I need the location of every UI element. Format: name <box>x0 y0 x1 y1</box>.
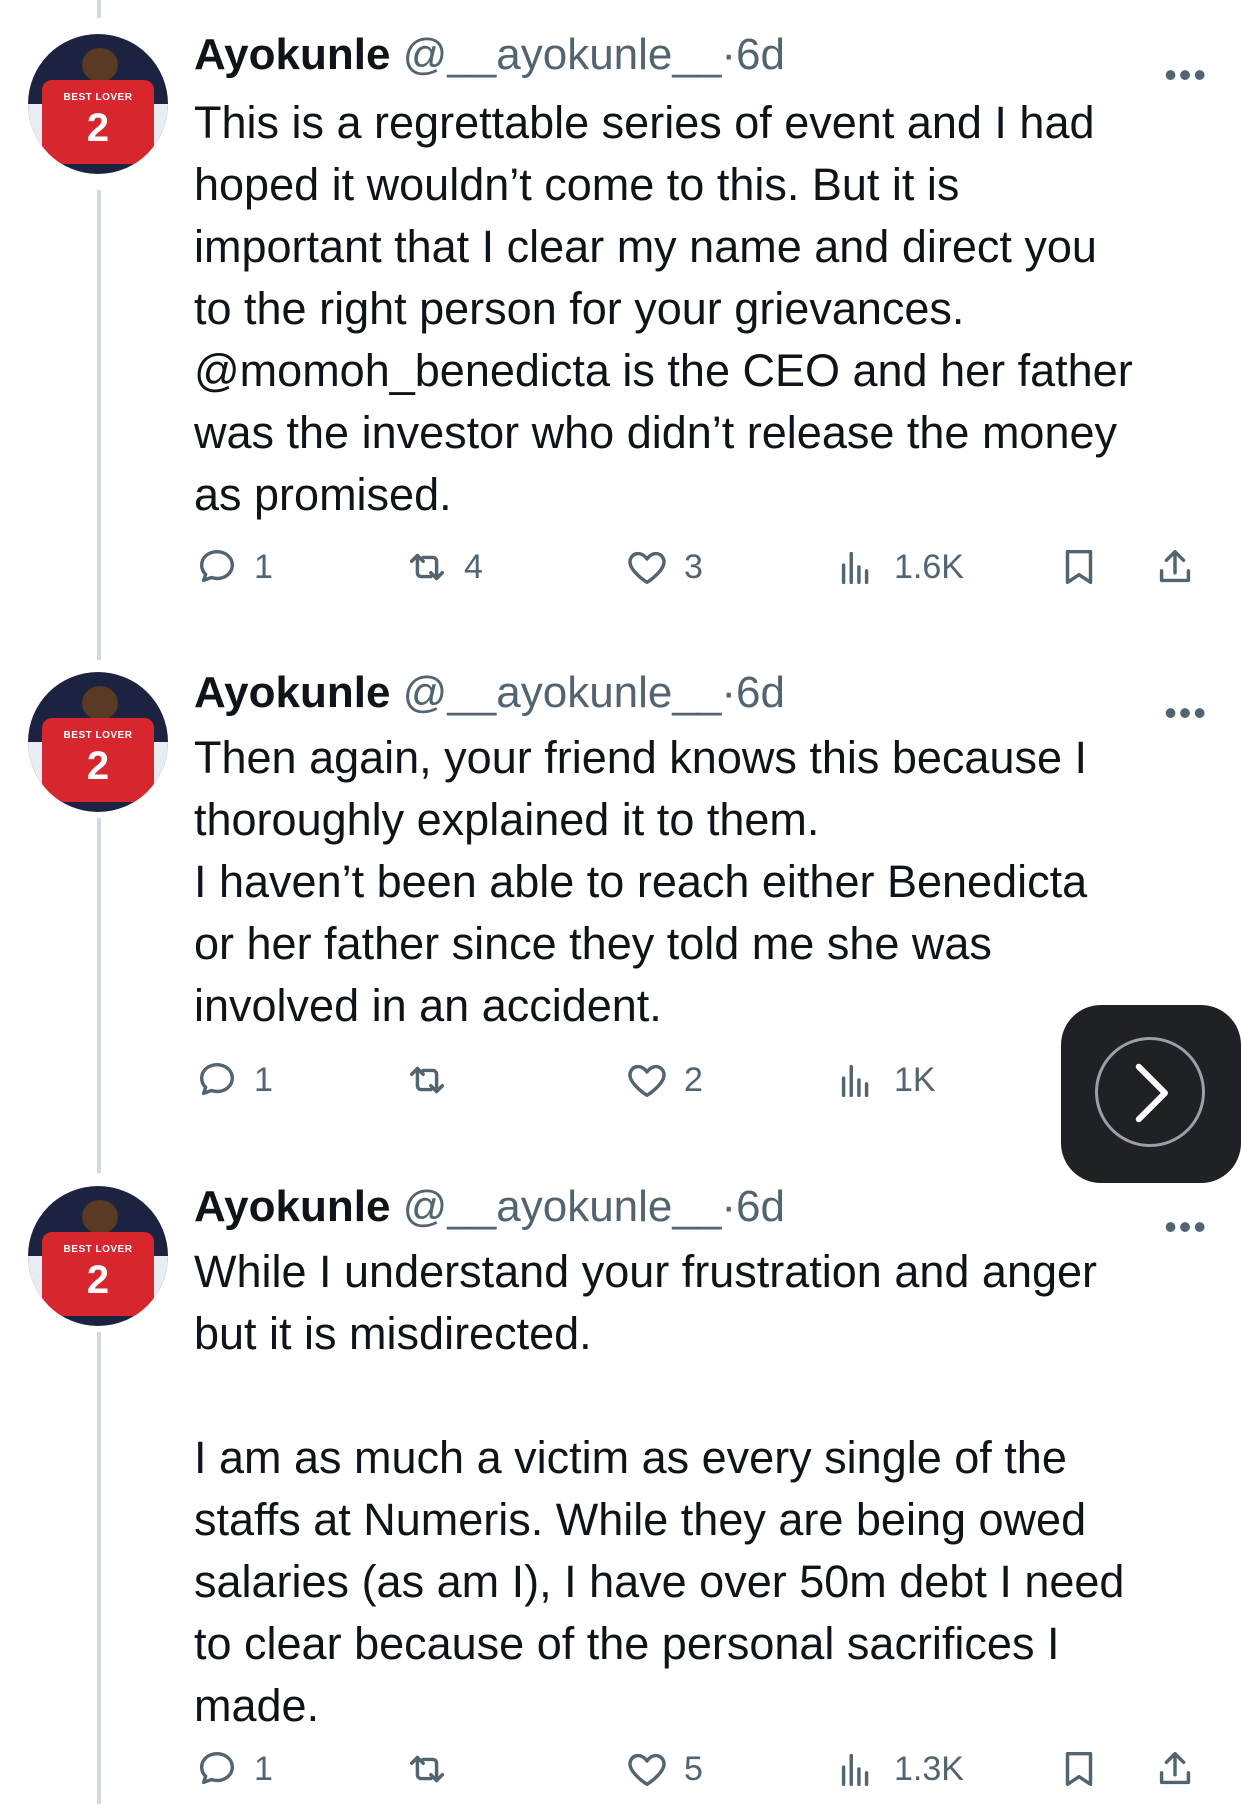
tweet-actions: 1 5 1.3K <box>194 1746 1214 1806</box>
like-button[interactable]: 2 <box>624 1057 703 1103</box>
reply-icon <box>199 1062 235 1096</box>
views-icon <box>841 551 869 585</box>
bookmark-button[interactable] <box>1056 544 1102 590</box>
reply-icon <box>199 1751 235 1785</box>
avatar[interactable]: BEST LOVER 2 <box>28 1186 168 1326</box>
views-button[interactable]: 1.6K <box>834 544 964 590</box>
retweet-button[interactable] <box>404 1746 464 1792</box>
like-button[interactable]: 3 <box>624 544 703 590</box>
author-name[interactable]: Ayokunle <box>194 30 390 79</box>
author-name[interactable]: Ayokunle <box>194 668 390 717</box>
retweet-icon <box>409 553 445 581</box>
timestamp[interactable]: 6d <box>736 30 785 79</box>
reply-button[interactable]: 1 <box>194 1057 273 1103</box>
tweet-actions: 1 4 3 1.6K <box>194 544 1214 604</box>
views-button[interactable]: 1K <box>834 1057 936 1103</box>
tweet-header: Ayokunle @__ayokunle__·6d <box>194 1182 785 1231</box>
tweet[interactable]: BEST LOVER 2 Ayokunle @__ayokunle__·6d ••… <box>0 668 1242 1142</box>
timestamp[interactable]: 6d <box>736 1182 785 1231</box>
heart-icon <box>628 551 666 585</box>
bookmark-button[interactable] <box>1056 1746 1102 1792</box>
author-handle[interactable]: @__ayokunle__ <box>403 1182 722 1231</box>
author-handle[interactable]: @__ayokunle__ <box>403 668 722 717</box>
tweet-text: This is a regrettable series of event an… <box>194 97 1133 520</box>
avatar[interactable]: BEST LOVER 2 <box>28 34 168 174</box>
avatar[interactable]: BEST LOVER 2 <box>28 672 168 812</box>
views-icon <box>841 1753 869 1787</box>
tweet[interactable]: BEST LOVER 2 Ayokunle @__ayokunle__·6d ••… <box>0 1182 1242 1806</box>
reply-button[interactable]: 1 <box>194 544 273 590</box>
heart-icon <box>628 1064 666 1098</box>
next-button[interactable] <box>1061 1005 1241 1183</box>
share-button[interactable] <box>1152 544 1198 590</box>
reply-icon <box>199 549 235 583</box>
thread-line <box>97 0 101 18</box>
share-icon <box>1159 1751 1191 1785</box>
views-icon <box>841 1064 869 1098</box>
tweet-header: Ayokunle @__ayokunle__·6d <box>194 668 785 717</box>
retweet-icon <box>409 1755 445 1783</box>
author-name[interactable]: Ayokunle <box>194 1182 390 1231</box>
like-button[interactable]: 5 <box>624 1746 703 1792</box>
more-options-icon[interactable]: ••• <box>1164 54 1208 96</box>
timestamp[interactable]: 6d <box>736 668 785 717</box>
bookmark-icon <box>1065 1751 1093 1787</box>
tweet-text: While I understand your frustration and … <box>194 1246 1125 1731</box>
views-button[interactable]: 1.3K <box>834 1746 964 1792</box>
tweet-text: Then again, your friend knows this becau… <box>194 732 1088 1031</box>
share-button[interactable] <box>1152 1746 1198 1792</box>
retweet-button[interactable]: 4 <box>404 544 483 590</box>
tweet[interactable]: BEST LOVER 2 Ayokunle @__ayokunle__·6d ••… <box>0 30 1242 594</box>
bookmark-icon <box>1065 549 1093 585</box>
heart-icon <box>628 1753 666 1787</box>
tweet-header: Ayokunle @__ayokunle__·6d <box>194 30 785 79</box>
chevron-right-icon <box>1135 1063 1168 1123</box>
author-handle[interactable]: @__ayokunle__ <box>403 30 722 79</box>
retweet-button[interactable] <box>404 1057 464 1103</box>
reply-button[interactable]: 1 <box>194 1746 273 1792</box>
share-icon <box>1159 549 1191 583</box>
retweet-icon <box>409 1066 445 1094</box>
